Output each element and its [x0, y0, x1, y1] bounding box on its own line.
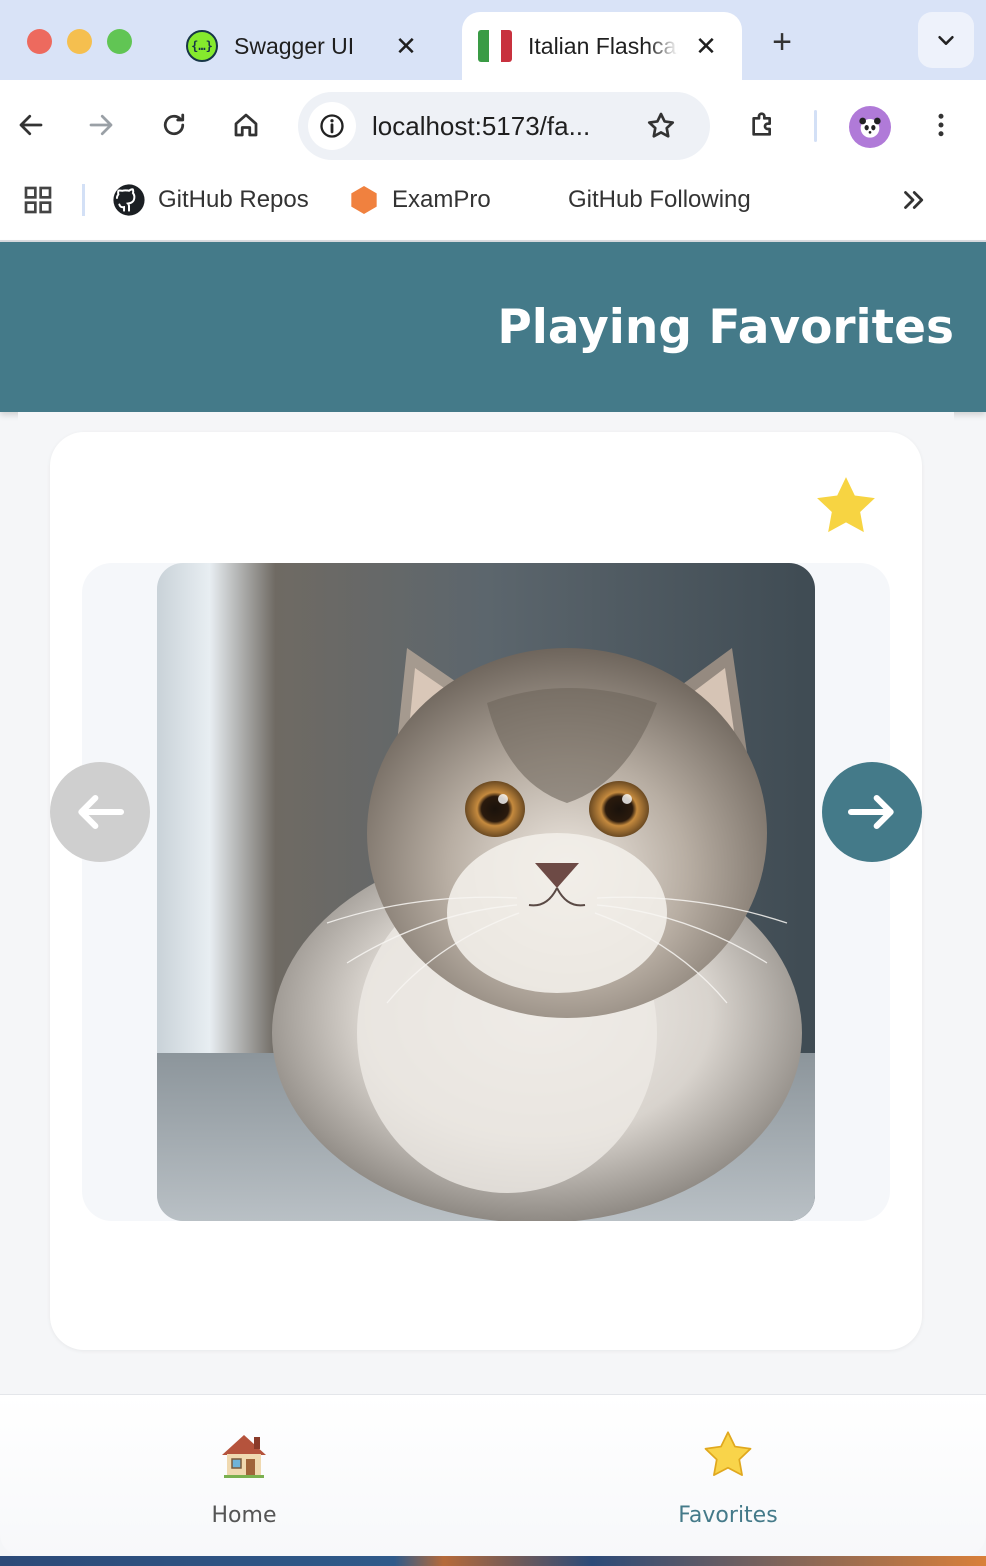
- bookmarks-bar: GitHub Repos ExamPro GitHub Following: [0, 170, 986, 242]
- bookmark-label: GitHub Repos: [158, 186, 309, 213]
- reload-icon: [163, 113, 185, 136]
- forward-button[interactable]: [78, 102, 124, 148]
- more-bookmarks-button[interactable]: [898, 184, 928, 216]
- nav-favorites[interactable]: Favorites: [628, 1429, 828, 1528]
- arrow-left-icon: [19, 114, 43, 136]
- bookmark-star-button[interactable]: [638, 103, 684, 149]
- panda-avatar-icon: [859, 117, 881, 138]
- url-text[interactable]: localhost:5173/fa...: [372, 111, 590, 142]
- address-bar[interactable]: localhost:5173/fa...: [298, 92, 710, 160]
- profile-avatar[interactable]: [849, 106, 891, 148]
- bookmark-label: ExamPro: [392, 186, 491, 213]
- previous-card-button[interactable]: [50, 762, 150, 862]
- tab-swagger-ui[interactable]: {…} Swagger UI ✕: [172, 12, 442, 80]
- nav-favorites-label: Favorites: [678, 1503, 778, 1528]
- bottom-nav: Home Favorites: [0, 1394, 986, 1556]
- star-icon: [704, 1431, 752, 1477]
- toolbar-divider: [814, 110, 817, 142]
- github-icon: [113, 184, 145, 216]
- new-tab-button[interactable]: +: [760, 22, 804, 62]
- chevron-down-icon: [938, 35, 954, 45]
- next-card-button[interactable]: [822, 762, 922, 862]
- home-icon: [234, 113, 258, 137]
- browser-menu-button[interactable]: [918, 102, 964, 148]
- close-window-button[interactable]: [27, 29, 52, 54]
- close-icon[interactable]: ✕: [388, 28, 424, 64]
- nav-home-label: Home: [211, 1503, 277, 1528]
- hexagon-icon: [351, 186, 377, 214]
- arrow-right-icon: [847, 794, 894, 830]
- tab-title: Swagger UI: [234, 32, 355, 59]
- tab-italian-flashcards[interactable]: Italian Flashcards ✕: [462, 12, 742, 80]
- apps-grid-icon: [24, 186, 52, 214]
- house-icon: [222, 1435, 266, 1478]
- desktop-background-strip: [0, 1556, 986, 1566]
- bookmarks-divider: [82, 184, 85, 216]
- home-button[interactable]: [223, 102, 269, 148]
- italian-flag-icon: [478, 30, 512, 62]
- minimize-window-button[interactable]: [67, 29, 92, 54]
- page-title: Playing Favorites: [497, 300, 954, 355]
- tab-title: Italian Flashcards: [528, 32, 678, 59]
- browser-tab-bar: {…} Swagger UI ✕ Italian Flashcards ✕ +: [0, 0, 986, 80]
- back-button[interactable]: [8, 102, 54, 148]
- bookmark-exampro[interactable]: ExamPro: [348, 184, 491, 216]
- browser-toolbar: localhost:5173/fa...: [0, 80, 986, 170]
- site-info-icon[interactable]: [308, 102, 356, 150]
- star-icon[interactable]: [812, 472, 880, 540]
- reload-button[interactable]: [151, 102, 197, 148]
- arrow-right-icon: [89, 114, 113, 136]
- bookmark-label: GitHub Following: [568, 186, 751, 213]
- app-header: Playing Favorites: [0, 242, 986, 412]
- swagger-icon: {…}: [186, 30, 218, 62]
- more-vertical-icon: [938, 113, 944, 137]
- tab-search-button[interactable]: [918, 12, 974, 68]
- cat-image: [157, 563, 815, 1221]
- bookmark-github-following[interactable]: GitHub Following: [568, 184, 751, 216]
- close-icon[interactable]: ✕: [688, 28, 724, 64]
- apps-button[interactable]: [22, 184, 54, 216]
- maximize-window-button[interactable]: [107, 29, 132, 54]
- double-chevron-right-icon: [904, 191, 924, 209]
- bookmark-github-repos[interactable]: GitHub Repos: [112, 184, 309, 216]
- star-outline-icon: [647, 112, 675, 138]
- arrow-left-icon: [78, 794, 125, 830]
- extensions-button[interactable]: [740, 102, 786, 148]
- puzzle-icon: [752, 112, 771, 136]
- nav-home[interactable]: Home: [144, 1429, 344, 1528]
